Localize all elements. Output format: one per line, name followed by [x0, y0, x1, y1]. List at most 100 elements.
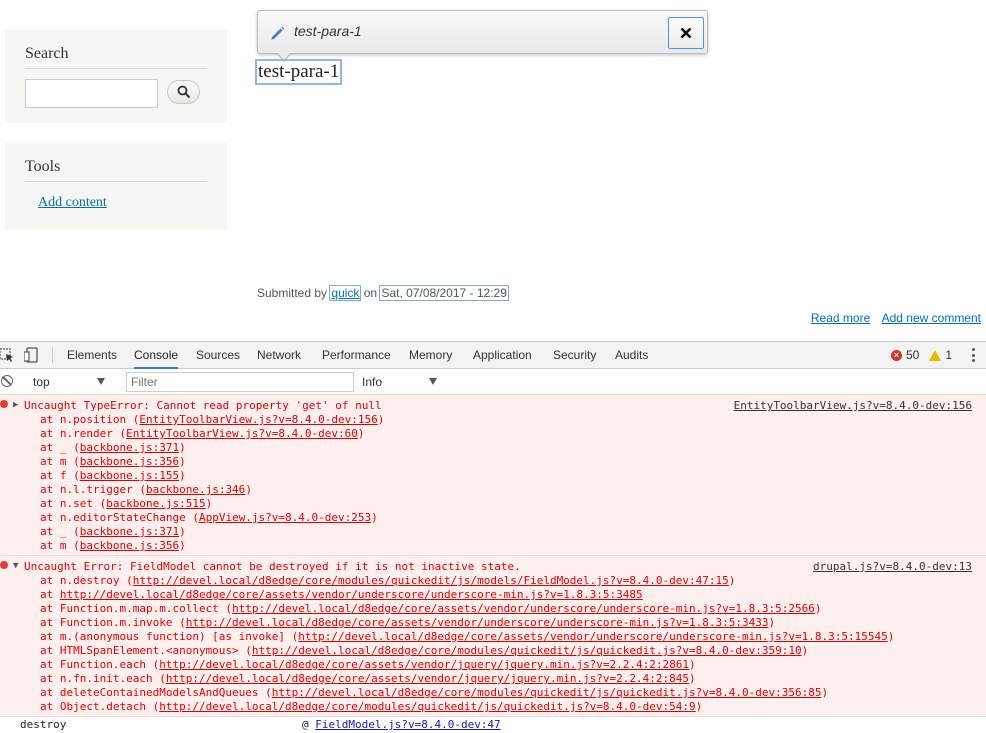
quickedit-toolbar: test-para-1	[257, 10, 708, 54]
stack-frame: at Function.each (http://devel.local/d8e…	[0, 658, 986, 672]
expand-arrow-icon[interactable]: ▶	[13, 400, 18, 410]
add-comment-link[interactable]: Add new comment	[882, 311, 981, 325]
stack-frame-end: )	[768, 616, 776, 629]
stack-frame-function: at n.render (	[40, 427, 127, 440]
context-selector[interactable]: top	[33, 375, 50, 389]
stack-frame: at m.(anonymous function) [as invoke] (h…	[0, 630, 986, 644]
stack-frame-link[interactable]: backbone.js:371	[80, 525, 179, 538]
stack-frame-link[interactable]: http://devel.local/d8edge/core/assets/ve…	[232, 602, 815, 615]
clear-console-icon[interactable]	[1, 375, 13, 387]
log-at: @	[302, 718, 309, 731]
stack-frame: at deleteContainedModelsAndQueues (http:…	[0, 686, 986, 700]
tab-audits[interactable]: Audits	[615, 342, 648, 369]
log-level-selector[interactable]: Info	[362, 375, 382, 389]
stack-frame-link[interactable]: http://devel.local/d8edge/core/modules/q…	[252, 644, 802, 657]
issue-counters[interactable]: × 50 1	[890, 348, 952, 362]
tab-elements[interactable]: Elements	[67, 342, 117, 369]
chevron-down-icon[interactable]	[97, 378, 105, 385]
stack-frame-end: )	[357, 427, 365, 440]
stack-frame-link[interactable]: backbone.js:346	[146, 483, 245, 496]
stack-frame-link[interactable]: EntityToolbarView.js?v=8.4.0-dev:60	[126, 427, 358, 440]
stack-frame-function: at deleteContainedModelsAndQueues (	[40, 686, 272, 699]
stack-frame-link[interactable]: http://devel.local/d8edge/core/assets/ve…	[159, 658, 689, 671]
search-input[interactable]	[25, 79, 158, 108]
stack-frame-link[interactable]: AppView.js?v=8.4.0-dev:253	[199, 511, 371, 524]
stack-frame-link[interactable]: backbone.js:155	[80, 469, 179, 482]
tab-application[interactable]: Application	[473, 342, 532, 369]
node-links: Read more Add new comment	[803, 311, 981, 325]
collapse-arrow-icon[interactable]: ▼	[13, 561, 18, 571]
stack-frame-end: )	[179, 539, 186, 552]
stack-frame-link[interactable]: http://devel.local/d8edge/core/assets/ve…	[298, 630, 887, 643]
warning-count: 1	[945, 348, 952, 362]
stack-frame-end: )	[179, 469, 186, 482]
stack-frame-function: at n.set (	[40, 497, 107, 510]
stack-frame: at f (backbone.js:155)	[0, 469, 986, 483]
device-toolbar-icon[interactable]	[24, 347, 38, 363]
stack-frame: at m (backbone.js:356)	[0, 539, 986, 553]
quickedit-field-label: test-para-1	[294, 23, 362, 39]
tab-security[interactable]: Security	[553, 342, 596, 369]
stack-frame-link[interactable]: http://devel.local/d8edge/core/modules/q…	[133, 574, 729, 587]
close-icon	[680, 27, 692, 39]
warning-icon	[929, 349, 942, 361]
console-error-message: ▶ Uncaught TypeError: Cannot read proper…	[0, 395, 986, 556]
stack-frame: at n.set (backbone.js:515)	[0, 497, 986, 511]
error-icon	[0, 561, 8, 569]
stack-frame-function: at n.position (	[40, 413, 140, 426]
stack-frame-link[interactable]: http://devel.local/d8edge/core/modules/q…	[272, 686, 822, 699]
stack-frame-link[interactable]: http://devel.local/d8edge/core/assets/ve…	[186, 616, 769, 629]
stack-frame-link[interactable]: http://devel.local/d8edge/core/modules/q…	[159, 700, 695, 713]
stack-trace: at n.destroy (http://devel.local/d8edge/…	[0, 574, 986, 714]
chevron-down-icon[interactable]	[429, 378, 437, 385]
console-filter-input[interactable]	[126, 372, 354, 392]
tab-performance[interactable]: Performance	[322, 342, 391, 369]
tab-sources[interactable]: Sources	[196, 342, 240, 369]
stack-frame: at n.position (EntityToolbarView.js?v=8.…	[0, 413, 986, 427]
submitted-prefix: Submitted by	[257, 286, 328, 300]
inspect-icon[interactable]	[0, 347, 14, 363]
tab-console[interactable]: Console	[134, 342, 179, 369]
stack-frame-link[interactable]: EntityToolbarView.js?v=8.4.0-dev:156	[139, 413, 377, 426]
stack-frame-link[interactable]: backbone.js:356	[80, 455, 179, 468]
stack-frame-link[interactable]: http://devel.local/d8edge/core/assets/ve…	[60, 588, 643, 601]
error-source-link[interactable]: drupal.js?v=8.4.0-dev:13	[813, 560, 972, 573]
console-log-row: destroy @ FieldModel.js?v=8.4.0-dev:47	[0, 717, 986, 733]
stack-frame-function: at Function.each (	[40, 658, 160, 671]
stack-frame-function: at m (	[40, 455, 80, 468]
stack-frame-end: )	[179, 441, 186, 454]
stack-frame: at m (backbone.js:356)	[0, 455, 986, 469]
read-more-link[interactable]: Read more	[811, 311, 870, 325]
stack-frame-function: at _ (	[40, 441, 80, 454]
stack-frame: at n.fn.init.each (http://devel.local/d8…	[0, 672, 986, 686]
stack-frame-link[interactable]: backbone.js:371	[80, 441, 179, 454]
node-title-editable[interactable]: test-para-1	[254, 59, 343, 85]
more-options-icon[interactable]	[972, 348, 976, 362]
tools-block-title: Tools	[25, 158, 207, 182]
error-source-link[interactable]: EntityToolbarView.js?v=8.4.0-dev:156	[734, 399, 972, 412]
devtools-panel: Elements Console Sources Network Perform…	[0, 341, 986, 733]
stack-frame-function: at HTMLSpanElement.<anonymous> (	[40, 644, 252, 657]
log-label: destroy	[20, 718, 67, 731]
log-source-link[interactable]: FieldModel.js?v=8.4.0-dev:47	[315, 718, 500, 731]
stack-frame-function: at Function.m.invoke (	[40, 616, 186, 629]
stack-frame-end: )	[245, 483, 252, 496]
quickedit-close-button[interactable]	[668, 17, 704, 49]
search-block: Search	[5, 30, 227, 123]
stack-frame: at Object.detach (http://devel.local/d8e…	[0, 700, 986, 714]
tab-memory[interactable]: Memory	[409, 342, 452, 369]
author-link[interactable]: quick	[329, 285, 362, 301]
stack-frame-function: at n.fn.init.each (	[40, 672, 166, 685]
tab-network[interactable]: Network	[257, 342, 301, 369]
stack-frame-link[interactable]: http://devel.local/d8edge/core/assets/ve…	[166, 672, 689, 685]
console-error-message: ▼ Uncaught Error: FieldModel cannot be d…	[0, 556, 986, 717]
stack-frame: at http://devel.local/d8edge/core/assets…	[0, 588, 986, 602]
stack-frame-link[interactable]: backbone.js:515	[106, 497, 205, 510]
stack-frame-function: at m (	[40, 539, 80, 552]
add-content-link[interactable]: Add content	[38, 195, 107, 211]
stack-frame-end: )	[689, 658, 696, 671]
search-button[interactable]	[167, 80, 200, 104]
submitted-date[interactable]: Sat, 07/08/2017 - 12:29	[379, 285, 509, 301]
stack-frame-link[interactable]: backbone.js:356	[80, 539, 179, 552]
stack-frame-end: )	[695, 700, 703, 713]
